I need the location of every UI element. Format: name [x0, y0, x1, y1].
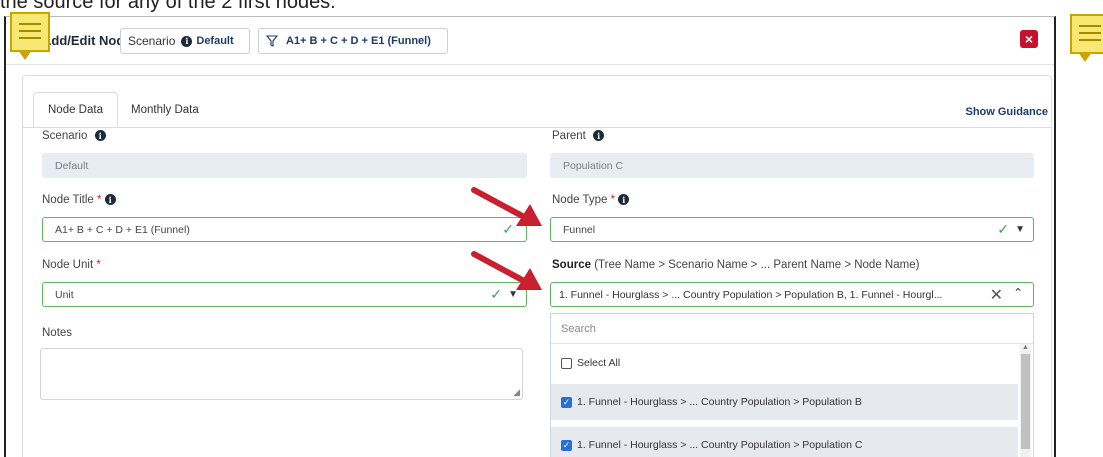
tab-monthly-data[interactable]: Monthly Data — [117, 92, 213, 128]
checkbox[interactable] — [561, 357, 572, 369]
node-type-value: Funnel — [563, 223, 596, 236]
modal-header: Add/Edit Node Scenario i Default A1+ B +… — [6, 17, 1054, 65]
close-icon: × — [1024, 31, 1034, 47]
funnel-icon — [266, 35, 278, 47]
node-type-label-text: Node Type — [552, 194, 608, 206]
info-icon: i — [618, 194, 630, 206]
node-title-input[interactable]: A1+ B + C + D + E1 (Funnel) ✓ — [42, 217, 527, 242]
list-item[interactable]: ✓ 1. Funnel - Hourglass > ... Country Po… — [551, 384, 1018, 420]
check-icon: ✓ — [997, 221, 1009, 237]
scenario-pill-label: Scenario — [128, 34, 176, 48]
scenario-label-text: Scenario — [42, 130, 88, 142]
checkbox-checked[interactable]: ✓ — [561, 396, 572, 408]
tab-node-data-label: Node Data — [48, 104, 103, 116]
parent-field-value: Population C — [563, 159, 624, 172]
sticky-note-icon[interactable] — [10, 12, 50, 60]
parent-field: Population C — [550, 153, 1034, 178]
parent-label-text: Parent — [552, 130, 586, 142]
dropdown-search-input[interactable]: Search — [551, 314, 1033, 344]
checkbox-checked[interactable]: ✓ — [561, 439, 572, 451]
select-all-option[interactable]: Select All — [551, 344, 1018, 382]
info-icon: i — [94, 130, 106, 142]
list-item[interactable]: ✓ 1. Funnel - Hourglass > ... Country Po… — [551, 427, 1018, 457]
tab-monthly-data-label: Monthly Data — [131, 104, 199, 116]
required-mark: * — [610, 194, 616, 206]
sticky-note-icon[interactable] — [1070, 14, 1103, 62]
scroll-up-icon[interactable]: ▲ — [1022, 344, 1029, 351]
required-mark: * — [96, 259, 101, 271]
source-label-hint: (Tree Name > Scenario Name > ... Parent … — [594, 259, 920, 271]
modal-title: Add/Edit Node — [42, 33, 132, 48]
node-unit-label-text: Node Unit — [42, 259, 94, 271]
node-title-label-text: Node Title — [42, 194, 94, 206]
annotation-arrow-icon — [471, 251, 542, 290]
node-unit-label: Node Unit * — [42, 259, 101, 271]
node-type-select[interactable]: Funnel ✓ ▼ — [550, 217, 1034, 242]
node-title-value: A1+ B + C + D + E1 (Funnel) — [55, 223, 190, 236]
info-icon: i — [181, 35, 193, 47]
scenario-field: Default — [42, 153, 527, 178]
source-multiselect[interactable]: 1. Funnel - Hourglass > ... Country Popu… — [550, 282, 1034, 307]
tab-node-data[interactable]: Node Data — [33, 92, 118, 128]
option-label: 1. Funnel - Hourglass > ... Country Popu… — [577, 439, 863, 451]
info-icon: i — [593, 130, 605, 142]
node-unit-value: Unit — [55, 288, 74, 301]
chevron-up-icon[interactable]: ⌄ — [1013, 285, 1023, 299]
source-label-text: Source — [552, 259, 591, 271]
required-mark: * — [96, 194, 102, 206]
node-pill[interactable]: A1+ B + C + D + E1 (Funnel) — [258, 28, 448, 54]
notes-textarea[interactable]: ◢ — [40, 348, 523, 400]
show-guidance-link[interactable]: Show Guidance — [965, 106, 1048, 118]
node-pill-label: A1+ B + C + D + E1 (Funnel) — [286, 35, 431, 47]
source-label: Source (Tree Name > Scenario Name > ... … — [552, 259, 919, 271]
source-dropdown: Search Select All ✓ 1. Funnel - Hourglas… — [550, 313, 1034, 457]
tab-divider — [23, 127, 1051, 128]
scenario-label: Scenario i — [42, 130, 106, 142]
scrollbar-thumb[interactable] — [1021, 354, 1030, 449]
annotation-arrow-icon — [471, 187, 542, 226]
node-type-label: Node Type * i — [552, 194, 630, 206]
dropdown-search-placeholder: Search — [561, 323, 596, 335]
notes-label: Notes — [42, 327, 72, 339]
chevron-down-icon: ▼ — [1015, 224, 1025, 235]
node-unit-select[interactable]: Unit ✓ ▼ — [42, 282, 527, 307]
source-value: 1. Funnel - Hourglass > ... Country Popu… — [559, 289, 943, 301]
scenario-pill[interactable]: Scenario i Default — [120, 28, 250, 54]
info-icon: i — [104, 194, 116, 206]
scenario-field-value: Default — [55, 159, 89, 172]
clear-icon[interactable]: ✕ — [990, 285, 1003, 305]
option-label: 1. Funnel - Hourglass > ... Country Popu… — [577, 396, 862, 408]
select-all-label: Select All — [577, 357, 621, 369]
add-edit-node-modal: Add/Edit Node Scenario i Default A1+ B +… — [4, 16, 1056, 457]
node-title-label: Node Title * i — [42, 194, 116, 206]
close-button[interactable]: × — [1020, 30, 1038, 48]
notes-label-text: Notes — [42, 327, 73, 339]
resize-grip-icon[interactable]: ◢ — [513, 387, 520, 398]
parent-label: Parent i — [552, 130, 605, 142]
scrollbar[interactable]: ▲ — [1020, 344, 1031, 457]
scenario-pill-value: Default — [196, 35, 234, 47]
